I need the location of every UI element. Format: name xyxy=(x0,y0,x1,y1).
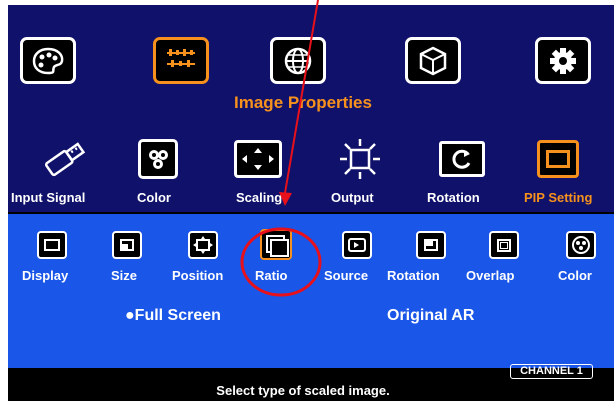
menu-title: Image Properties xyxy=(234,93,372,112)
position-icon[interactable] xyxy=(188,231,218,259)
overlap-icon[interactable] xyxy=(489,231,519,259)
color-icon[interactable] xyxy=(566,231,596,259)
submenu-display[interactable]: Display xyxy=(22,268,68,283)
display-icon[interactable] xyxy=(37,231,67,259)
color-dots-icon[interactable] xyxy=(133,137,183,181)
usb-plug-icon[interactable] xyxy=(40,137,90,181)
help-hint: Select type of scaled image. xyxy=(216,383,390,398)
gear-icon[interactable] xyxy=(535,37,591,84)
submenu-position[interactable]: Position xyxy=(172,268,223,283)
sun-output-icon[interactable] xyxy=(335,137,385,181)
source-icon[interactable] xyxy=(342,231,372,259)
ratio-icon[interactable] xyxy=(260,229,292,260)
category-pip-setting[interactable]: PIP Setting xyxy=(524,190,592,205)
option-full-screen-label: Full Screen xyxy=(134,307,221,324)
scaling-arrows-icon[interactable] xyxy=(233,137,283,181)
option-full-screen[interactable]: ●Full Screen xyxy=(125,307,221,325)
palette-icon[interactable] xyxy=(20,37,76,84)
submenu-overlap[interactable]: Overlap xyxy=(466,268,514,283)
3d-cube-icon[interactable] xyxy=(405,37,461,84)
submenu-rotation[interactable]: Rotation xyxy=(387,268,440,283)
category-input-signal[interactable]: Input Signal xyxy=(11,190,85,205)
size-icon[interactable] xyxy=(112,231,142,259)
rotation-icon[interactable] xyxy=(437,137,487,181)
category-color[interactable]: Color xyxy=(137,190,171,205)
submenu-panel xyxy=(8,214,614,368)
selected-bullet-icon: ● xyxy=(125,307,135,324)
globe-icon[interactable] xyxy=(270,37,326,84)
category-output[interactable]: Output xyxy=(331,190,374,205)
category-rotation[interactable]: Rotation xyxy=(427,190,480,205)
submenu-size[interactable]: Size xyxy=(111,268,137,283)
submenu-ratio[interactable]: Ratio xyxy=(255,268,288,283)
option-original-ar[interactable]: Original AR xyxy=(387,307,474,325)
overlap-rotation-icon[interactable] xyxy=(416,231,446,259)
submenu-source[interactable]: Source xyxy=(324,268,368,283)
category-scaling[interactable]: Scaling xyxy=(236,190,282,205)
channel-badge: CHANNEL 1 xyxy=(510,364,593,379)
image-adjust-icon[interactable] xyxy=(153,37,209,84)
pip-icon[interactable] xyxy=(533,137,583,181)
submenu-color[interactable]: Color xyxy=(558,268,592,283)
